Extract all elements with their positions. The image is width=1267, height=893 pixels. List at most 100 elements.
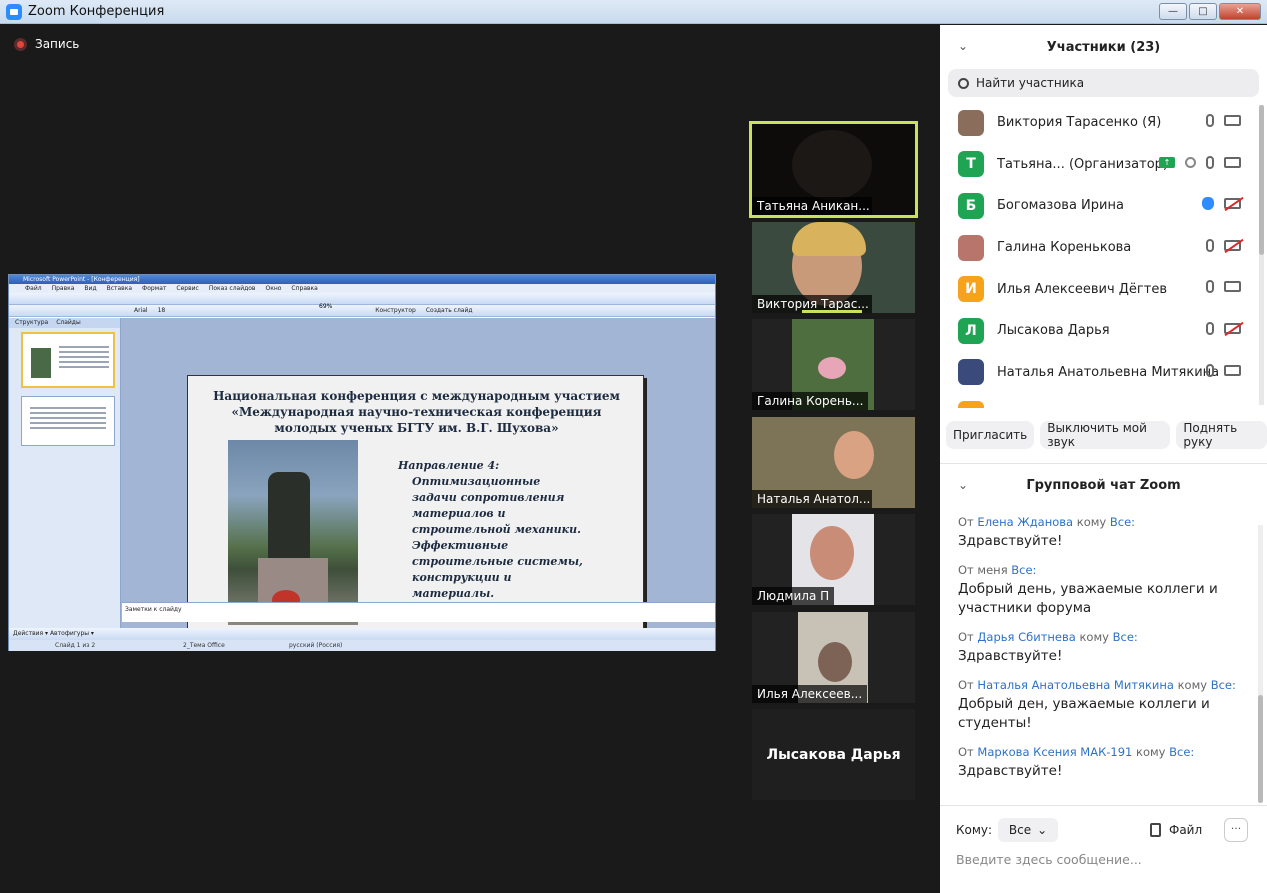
participant-row[interactable]: И Илья Алексеевич Дёгтев: [940, 268, 1255, 310]
message-text: Здравствуйте!: [958, 648, 1063, 664]
slide-thumbnail-2[interactable]: [21, 396, 115, 446]
mic-icon[interactable]: [1206, 321, 1214, 335]
message-sender[interactable]: Наталья Анатольевна Митякина: [977, 678, 1174, 692]
tab-slides[interactable]: Слайды: [56, 319, 81, 327]
camera-icon[interactable]: [1224, 156, 1241, 168]
ppt-menu-item[interactable]: Формат: [142, 284, 166, 293]
video-tile[interactable]: Виктория Тарас...: [752, 222, 915, 313]
recipient-select[interactable]: Все ⌄: [998, 818, 1058, 842]
participant-name: Лысакова Дарья: [997, 323, 1110, 339]
video-name: Людмила П: [752, 587, 835, 605]
avatar: Б: [958, 192, 984, 219]
video-tile-name-only[interactable]: Лысакова Дарья: [752, 709, 915, 800]
mic-icon[interactable]: [1206, 114, 1214, 127]
raise-hand-button[interactable]: Поднять руку: [1176, 421, 1267, 449]
chat-message: От Маркова Ксения МАК-191 кому Все: Здра…: [958, 745, 1248, 781]
message-sender: меня: [977, 563, 1008, 577]
camera-off-icon[interactable]: [1224, 198, 1241, 210]
ppt-constructor[interactable]: Конструктор: [375, 307, 416, 314]
ppt-menu-item[interactable]: Справка: [291, 284, 317, 293]
mic-icon[interactable]: [1206, 363, 1214, 377]
participant-name: Наталья Анатольевна Митякина: [997, 364, 1220, 380]
participant-controls: [1206, 114, 1241, 127]
participants-scrollbar[interactable]: [1259, 105, 1264, 405]
ppt-menu-item[interactable]: Окно: [265, 284, 281, 293]
ppt-menu: Файл Правка Вид Вставка Формат Сервис По…: [9, 284, 715, 293]
ppt-title: Microsoft PowerPoint - [Конференция]: [9, 275, 715, 284]
mic-icon[interactable]: [1206, 155, 1214, 169]
meta-prefix: От: [958, 630, 974, 644]
message-meta: От Елена Жданова кому Все:: [958, 515, 1248, 529]
participant-search[interactable]: Найти участника: [948, 69, 1259, 97]
chevron-down-icon[interactable]: ⌄: [958, 39, 968, 53]
video-tile[interactable]: Галина Корень...: [752, 319, 915, 410]
slide-notes[interactable]: Заметки к слайду: [122, 602, 715, 622]
participant-video: [792, 130, 872, 200]
participant-list: Виктория Тарасенко (Я) Т Татьяна... (Орг…: [940, 102, 1255, 408]
ppt-menu-item[interactable]: Показ слайдов: [209, 284, 256, 293]
camera-icon[interactable]: [1224, 281, 1241, 293]
status-slide: Слайд 1 из 2: [55, 642, 96, 649]
ppt-menu-item[interactable]: Файл: [25, 284, 42, 293]
chevron-down-icon[interactable]: ⌄: [958, 478, 968, 492]
face-shape: [818, 642, 852, 682]
mute-me-button[interactable]: Выключить мой звук: [1040, 421, 1171, 449]
chat-scrollbar[interactable]: [1258, 525, 1263, 803]
camera-icon[interactable]: [1224, 115, 1241, 126]
message-input[interactable]: Введите здесь сообщение...: [956, 852, 1142, 867]
camera-icon[interactable]: [1224, 364, 1241, 376]
ppt-menu-item[interactable]: Вставка: [107, 284, 132, 293]
minimize-button[interactable]: —: [1159, 3, 1187, 20]
participant-hair: [792, 222, 866, 256]
slide-thumbnail-1[interactable]: [21, 332, 115, 388]
raised-hand-icon: [1202, 197, 1214, 211]
tab-structure[interactable]: Структура: [15, 319, 48, 327]
message-recipient: Все:: [1109, 515, 1136, 529]
chat-title: Групповой чат Zoom: [1026, 478, 1181, 493]
participant-row[interactable]: [940, 393, 1255, 408]
participant-row[interactable]: Виктория Тарасенко (Я): [940, 102, 1255, 144]
camera-off-icon[interactable]: [1224, 239, 1241, 251]
shared-screen-powerpoint[interactable]: Microsoft PowerPoint - [Конференция] Фай…: [8, 274, 716, 651]
ppt-menu-item[interactable]: Сервис: [176, 284, 198, 293]
video-tile[interactable]: Наталья Анатол...: [752, 417, 915, 508]
recipient-value: Все: [1008, 823, 1032, 837]
ppt-zoom[interactable]: 69%: [319, 303, 332, 310]
ppt-font-size[interactable]: 18: [158, 307, 166, 314]
participant-row[interactable]: Наталья Анатольевна Митякина: [940, 352, 1255, 394]
video-tile[interactable]: Людмила П: [752, 514, 915, 605]
ppt-panel-tabs: Структура Слайды: [9, 318, 120, 328]
ppt-draw-toolbar[interactable]: Действия ▾ Автофигуры ▾: [9, 628, 715, 640]
ppt-menu-item[interactable]: Вид: [84, 284, 96, 293]
meta-prefix: От: [958, 745, 974, 759]
ppt-menu-item[interactable]: Правка: [52, 284, 75, 293]
mic-icon[interactable]: [1206, 280, 1214, 294]
participant-row[interactable]: Л Лысакова Дарья: [940, 310, 1255, 352]
participant-row[interactable]: Т Татьяна... (Организатор) ↑: [940, 144, 1255, 186]
participant-row[interactable]: Б Богомазова Ирина: [940, 185, 1255, 227]
avatar: Т: [958, 151, 984, 178]
invite-button[interactable]: Пригласить: [946, 421, 1035, 449]
avatar: [958, 400, 984, 408]
message-sender[interactable]: Елена Жданова: [977, 515, 1073, 529]
video-tile[interactable]: Татьяна Аникан...: [749, 121, 918, 218]
chat-message: От Наталья Анатольевна Митякина кому Все…: [958, 678, 1248, 733]
mic-icon[interactable]: [1206, 238, 1214, 252]
file-button[interactable]: Файл: [1150, 823, 1202, 837]
speaking-indicator: [802, 310, 862, 313]
ppt-toolbar-standard: 69%: [9, 293, 715, 310]
close-button[interactable]: ✕: [1219, 3, 1261, 20]
message-sender[interactable]: Дарья Сбитнева: [977, 630, 1075, 644]
ppt-new-slide[interactable]: Создать слайд: [426, 307, 473, 314]
camera-off-icon[interactable]: [1224, 322, 1241, 334]
participants-header: ⌄ Участники (23): [940, 25, 1267, 69]
recording-indicator[interactable]: Запись: [14, 37, 79, 51]
ppt-font[interactable]: Arial: [134, 307, 148, 314]
more-options-button[interactable]: ···: [1224, 818, 1248, 842]
participant-row[interactable]: Галина Коренькова: [940, 227, 1255, 269]
message-sender[interactable]: Маркова Ксения МАК-191: [977, 745, 1132, 759]
maximize-button[interactable]: □: [1189, 3, 1217, 20]
video-tile[interactable]: Илья Алексеев...: [752, 612, 915, 703]
ppt-toolbar-format: Arial 18 Конструктор Создать слайд: [9, 305, 715, 317]
recording-icon: [1185, 156, 1196, 168]
